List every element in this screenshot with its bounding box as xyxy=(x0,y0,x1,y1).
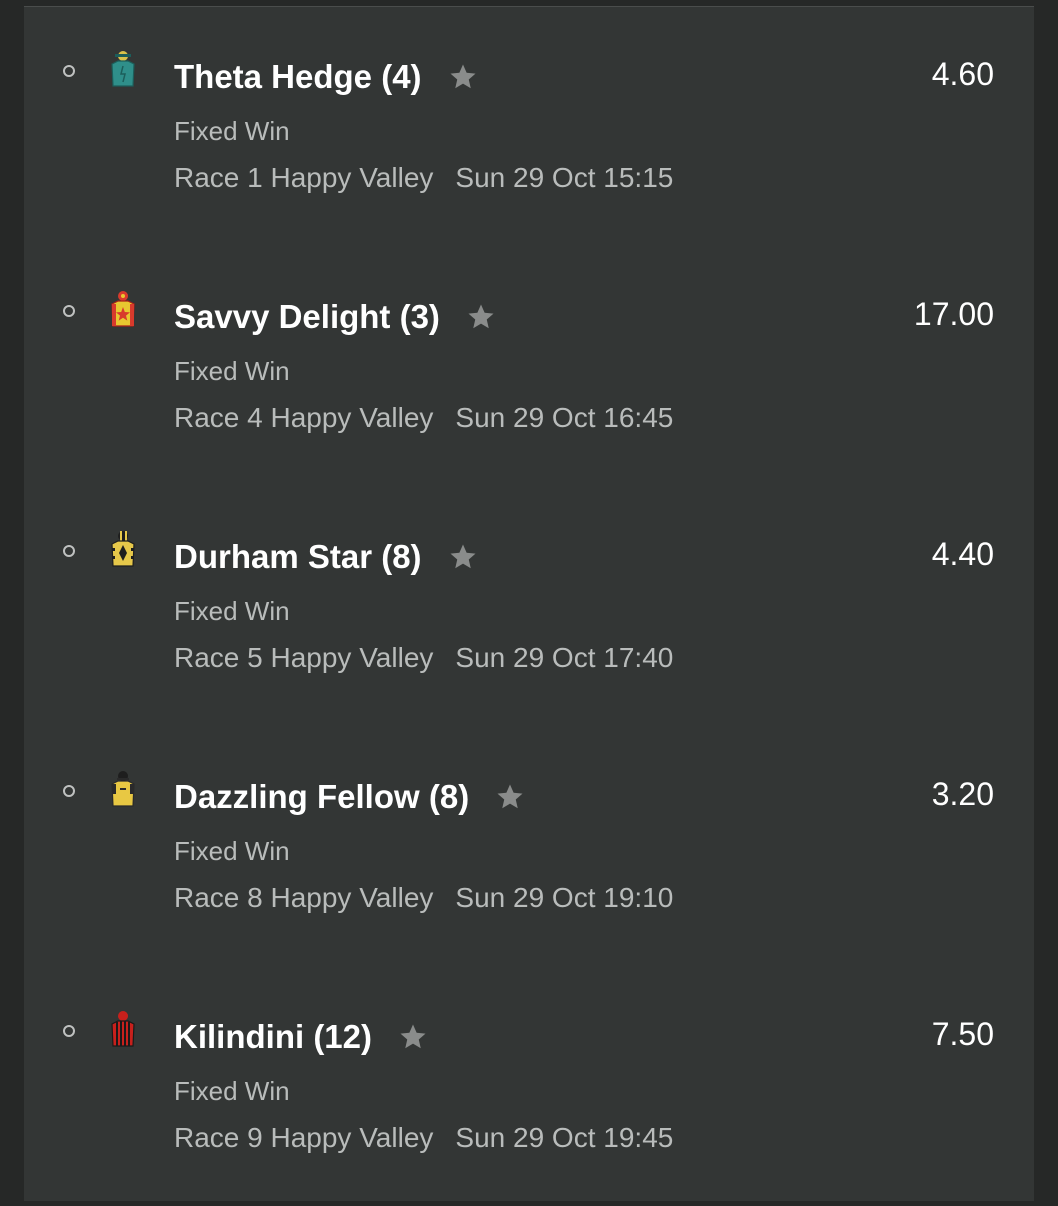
star-icon[interactable] xyxy=(495,782,525,812)
race-name: Race 4 Happy Valley xyxy=(174,402,434,433)
horse-name-label: Savvy Delight (3) xyxy=(174,298,440,335)
yellow-black-silk-icon xyxy=(111,771,135,807)
odds-value[interactable]: 4.60 xyxy=(932,56,994,93)
race-info: Race 9 Happy Valley Sun 29 Oct 19:45 xyxy=(174,1122,673,1154)
race-info: Race 1 Happy Valley Sun 29 Oct 15:15 xyxy=(174,162,673,194)
horse-name-label: Durham Star (8) xyxy=(174,538,422,575)
market-label: Fixed Win xyxy=(174,596,290,626)
teal-silk-icon xyxy=(111,51,135,87)
race-name: Race 1 Happy Valley xyxy=(174,162,434,193)
yellow-red-star-silk-icon xyxy=(111,291,135,327)
horse-name[interactable]: Savvy Delight (3) xyxy=(174,298,496,336)
bet-item[interactable]: Durham Star (8) Fixed Win Race 5 Happy V… xyxy=(24,486,1034,726)
select-radio[interactable] xyxy=(63,545,75,557)
market-label: Fixed Win xyxy=(174,836,290,866)
yellow-black-diamond-silk-icon xyxy=(111,531,135,567)
market-label: Fixed Win xyxy=(174,356,290,386)
race-time: Sun 29 Oct 19:10 xyxy=(455,882,674,913)
race-time: Sun 29 Oct 19:45 xyxy=(455,1122,674,1153)
select-radio[interactable] xyxy=(63,785,75,797)
star-icon[interactable] xyxy=(448,62,478,92)
horse-name[interactable]: Durham Star (8) xyxy=(174,538,478,576)
odds-value[interactable]: 7.50 xyxy=(932,1016,994,1053)
star-icon[interactable] xyxy=(466,302,496,332)
horse-name-label: Theta Hedge (4) xyxy=(174,58,422,95)
race-name: Race 5 Happy Valley xyxy=(174,642,434,673)
race-info: Race 5 Happy Valley Sun 29 Oct 17:40 xyxy=(174,642,673,674)
race-info: Race 4 Happy Valley Sun 29 Oct 16:45 xyxy=(174,402,673,434)
bet-item[interactable]: Savvy Delight (3) Fixed Win Race 4 Happy… xyxy=(24,246,1034,486)
bet-item[interactable]: Dazzling Fellow (8) Fixed Win Race 8 Hap… xyxy=(24,726,1034,966)
bet-item[interactable]: Kilindini (12) Fixed Win Race 9 Happy Va… xyxy=(24,966,1034,1206)
star-icon[interactable] xyxy=(398,1022,428,1052)
odds-value[interactable]: 4.40 xyxy=(932,536,994,573)
race-info: Race 8 Happy Valley Sun 29 Oct 19:10 xyxy=(174,882,673,914)
odds-value[interactable]: 17.00 xyxy=(914,296,994,333)
select-radio[interactable] xyxy=(63,65,75,77)
horse-name-label: Dazzling Fellow (8) xyxy=(174,778,470,815)
race-name: Race 9 Happy Valley xyxy=(174,1122,434,1153)
horse-name-label: Kilindini (12) xyxy=(174,1018,372,1055)
select-radio[interactable] xyxy=(63,1025,75,1037)
select-radio[interactable] xyxy=(63,305,75,317)
market-label: Fixed Win xyxy=(174,116,290,146)
horse-name[interactable]: Kilindini (12) xyxy=(174,1018,428,1056)
race-time: Sun 29 Oct 16:45 xyxy=(455,402,674,433)
bet-item[interactable]: Theta Hedge (4) Fixed Win Race 1 Happy V… xyxy=(24,6,1034,246)
market-label: Fixed Win xyxy=(174,1076,290,1106)
star-icon[interactable] xyxy=(448,542,478,572)
race-time: Sun 29 Oct 15:15 xyxy=(455,162,674,193)
race-name: Race 8 Happy Valley xyxy=(174,882,434,913)
horse-name[interactable]: Theta Hedge (4) xyxy=(174,58,478,96)
red-black-stripes-silk-icon xyxy=(111,1011,135,1047)
horse-name[interactable]: Dazzling Fellow (8) xyxy=(174,778,525,816)
odds-value[interactable]: 3.20 xyxy=(932,776,994,813)
race-time: Sun 29 Oct 17:40 xyxy=(455,642,674,673)
